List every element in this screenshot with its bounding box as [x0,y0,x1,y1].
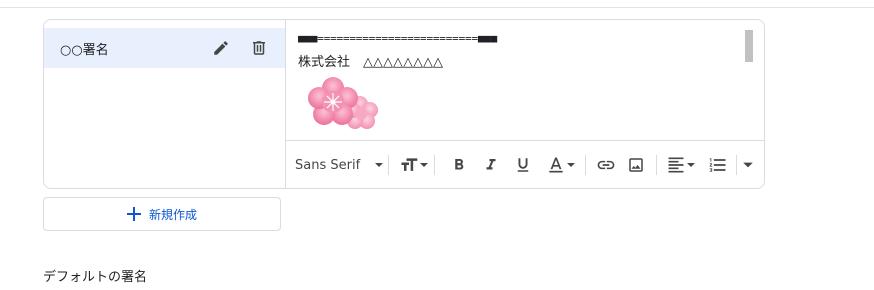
insert-image-button[interactable] [627,153,645,177]
italic-button[interactable] [482,153,500,177]
text-color-button[interactable] [546,153,576,177]
image-icon [629,158,643,172]
underline-button[interactable] [514,153,532,177]
insert-link-button[interactable] [596,153,616,177]
edit-pencil-icon[interactable] [209,36,233,60]
font-family-label: Sans Serif [295,157,361,173]
signature-editor[interactable]: ■■■=========================■■■ 株式会社 △△△… [286,20,764,188]
more-formatting-button[interactable] [742,153,754,177]
text-color-icon [549,157,563,173]
toolbar-divider [656,155,657,175]
chevron-down-icon [375,163,384,167]
chevron-down-icon [420,163,428,167]
font-size-button[interactable] [399,153,429,177]
delete-trash-icon[interactable] [247,36,271,60]
chevron-down-icon [687,163,695,167]
top-divider [0,7,874,8]
bold-icon [455,159,464,170]
default-signature-heading: デフォルトの署名 [43,270,148,285]
signature-editor-body[interactable]: ■■■=========================■■■ 株式会社 △△△… [286,20,764,140]
formatting-toolbar: Sans Serif [286,140,764,188]
align-left-icon [668,157,684,173]
signature-panel: ○○署名 ■■■=========================■■■ 株式会… [43,19,765,189]
create-new-label: 新規作成 [148,207,197,222]
toolbar-divider [388,155,389,175]
create-new-signature-button[interactable]: 新規作成 [43,197,281,231]
signature-name: ○○署名 [60,43,109,58]
signature-line-separator: ■■■=========================■■■ [298,32,498,45]
font-family-dropdown[interactable]: Sans Serif [295,153,384,177]
align-button[interactable] [666,153,696,177]
numbered-list-icon [709,158,726,172]
underline-icon [517,158,529,172]
link-icon [597,160,615,170]
signature-list: ○○署名 [44,20,286,188]
more-chevron-icon [743,162,753,168]
editor-scrollbar[interactable] [745,30,753,62]
signature-line-company: 株式会社 △△△△△△△△ [298,55,443,70]
toolbar-divider [736,155,737,175]
italic-icon [486,159,496,170]
signature-list-item[interactable]: ○○署名 [44,28,285,68]
numbered-list-button[interactable] [708,153,728,177]
plum-blossom-image [308,77,378,129]
toolbar-divider [434,155,435,175]
toolbar-divider [585,155,586,175]
font-size-icon [401,158,418,171]
plus-icon [126,207,141,221]
chevron-down-icon [567,163,575,167]
bold-button[interactable] [450,153,468,177]
